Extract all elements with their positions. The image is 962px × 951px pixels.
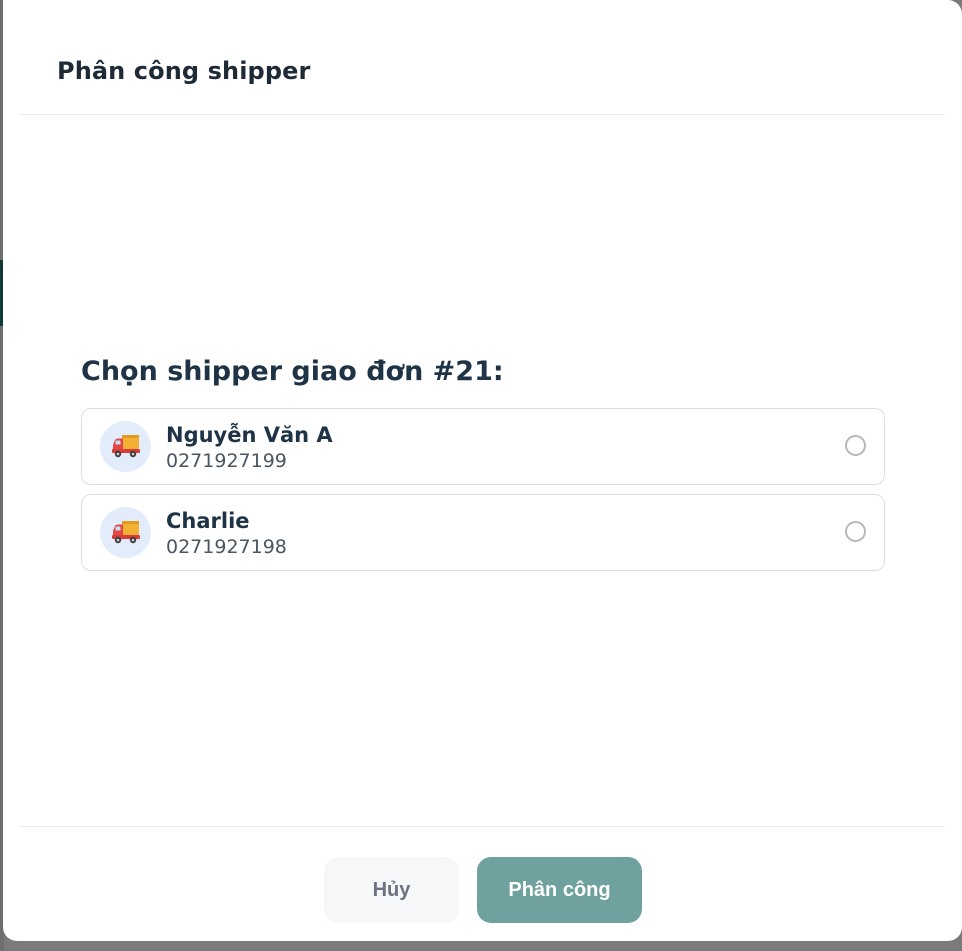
shipper-phone: 0271927199	[166, 450, 287, 472]
assign-shipper-modal: Phân công shipper Chọn shipper giao đơn …	[3, 0, 962, 941]
shipper-name: Charlie	[166, 509, 250, 533]
shipper-option[interactable]: Nguyễn Văn A 0271927199	[81, 408, 885, 485]
shipper-radio[interactable]	[845, 435, 866, 456]
shipper-avatar	[100, 421, 151, 472]
modal-title: Phân công shipper	[57, 57, 311, 85]
section-title: Chọn shipper giao đơn #21:	[81, 356, 504, 387]
assign-button[interactable]: Phân công	[477, 857, 642, 923]
shipper-radio[interactable]	[845, 521, 866, 542]
delivery-truck-icon	[112, 521, 140, 544]
modal-header: Phân công shipper	[20, 0, 945, 115]
delivery-truck-icon	[112, 435, 140, 458]
shipper-list: Nguyễn Văn A 0271927199 Charlie 02719271…	[81, 408, 885, 580]
shipper-option[interactable]: Charlie 0271927198	[81, 494, 885, 571]
shipper-phone: 0271927198	[166, 536, 287, 558]
shipper-name: Nguyễn Văn A	[166, 423, 333, 447]
modal-footer: Hủy Phân công	[20, 826, 945, 941]
shipper-avatar	[100, 507, 151, 558]
cancel-button[interactable]: Hủy	[324, 857, 459, 923]
